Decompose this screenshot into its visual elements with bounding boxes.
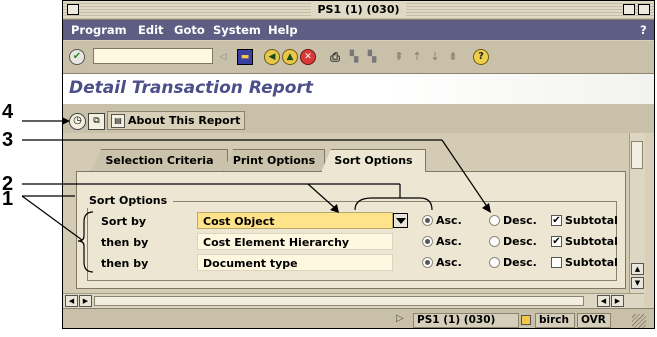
sort-by-asc-label: Asc. [436, 214, 462, 227]
sort-by-subtotal-checkbox[interactable]: ✔ [551, 215, 562, 226]
sort-options-group-title: Sort Options [87, 194, 174, 208]
sort-by-desc-radio[interactable] [489, 215, 500, 226]
hscroll-track[interactable] [94, 296, 584, 306]
status-system-icon[interactable] [521, 315, 531, 325]
then-by-label-1: then by [101, 236, 149, 249]
status-server: birch [535, 313, 575, 328]
scroll-right-end-icon[interactable]: ▶ [611, 295, 624, 307]
menu-program[interactable]: Program [71, 23, 127, 37]
window-title-bar[interactable]: PS1 (1) (030) [63, 1, 654, 20]
sort-by-asc-radio[interactable] [422, 215, 433, 226]
sort-by-subtotal-label: Subtotal [565, 214, 618, 227]
first-page-icon[interactable]: ⇞ [391, 49, 407, 65]
then-by-1-asc-radio[interactable] [422, 236, 433, 247]
status-system: PS1 (1) (030) [413, 313, 519, 328]
sort-by-field[interactable]: Cost Object [197, 212, 393, 229]
scroll-up-icon[interactable]: ▲ [631, 263, 644, 275]
enter-icon[interactable]: ✔ [69, 49, 85, 65]
sort-by-desc-label: Desc. [503, 214, 537, 227]
then-by-1-subtotal-label: Subtotal [565, 235, 618, 248]
then-by-2-subtotal-label: Subtotal [565, 256, 618, 269]
sap-window: PS1 (1) (030) Program Edit Goto System H… [62, 0, 655, 329]
then-by-2-asc-label: Asc. [436, 256, 462, 269]
callout-number-4: 4 [2, 101, 14, 123]
window-title: PS1 (1) (030) [63, 3, 654, 16]
save-icon[interactable]: ▬ [237, 49, 253, 65]
last-page-icon[interactable]: ⇟ [445, 49, 461, 65]
chevron-down-icon [396, 218, 406, 224]
find-icon[interactable]: ▚ [346, 49, 362, 65]
vertical-scrollbar[interactable]: ▲ ▼ [629, 133, 645, 293]
menu-system[interactable]: System [213, 23, 261, 37]
then-by-field-2[interactable]: Document type [197, 254, 393, 271]
info-icon: ▤ [111, 114, 125, 128]
sort-by-dropdown-button[interactable] [393, 213, 408, 228]
scroll-thumb[interactable] [631, 141, 643, 169]
then-by-1-subtotal-checkbox[interactable]: ✔ [551, 236, 562, 247]
exit-icon[interactable]: ▲ [282, 49, 298, 65]
tab-selection-criteria[interactable]: Selection Criteria [91, 149, 228, 172]
then-by-1-desc-label: Desc. [503, 235, 537, 248]
status-bar: ▷ PS1 (1) (030) birch OVR [63, 308, 654, 328]
tab-sort-options[interactable]: Sort Options [321, 149, 426, 172]
status-mode: OVR [577, 313, 611, 328]
maximize-icon[interactable] [638, 4, 650, 15]
menu-help[interactable]: Help [268, 23, 298, 37]
menu-goto[interactable]: Goto [174, 23, 205, 37]
back-icon[interactable]: ◀ [264, 49, 280, 65]
standard-toolbar: ✔ ◁ ▬ ◀ ▲ ✕ ⎙ ▚ ▚ ⇞ ⇡ ⇣ ⇟ ? [63, 41, 654, 74]
then-by-1-asc-label: Asc. [436, 235, 462, 248]
scroll-left-end-icon[interactable]: ◀ [597, 295, 610, 307]
previous-page-icon[interactable]: ⇡ [409, 49, 425, 65]
command-dropdown-icon[interactable]: ◁ [215, 49, 231, 65]
callout-number-3: 3 [2, 129, 14, 151]
about-report-label: About This Report [128, 114, 241, 127]
then-by-2-desc-radio[interactable] [489, 257, 500, 268]
then-by-label-2: then by [101, 257, 149, 270]
help-icon[interactable]: ? [473, 49, 489, 65]
menu-edit[interactable]: Edit [138, 23, 164, 37]
horizontal-scrollbar[interactable]: ◀ ▶ ◀ ▶ [63, 293, 644, 308]
variant-icon[interactable]: ⧉ [88, 113, 105, 130]
scroll-left-icon[interactable]: ◀ [65, 295, 78, 307]
application-toolbar: ◷ ⧉ ▤ About This Report [63, 105, 654, 133]
callout-number-1: 1 [2, 188, 14, 210]
cancel-icon[interactable]: ✕ [300, 49, 316, 65]
restore-icon[interactable] [623, 4, 635, 15]
then-by-2-desc-label: Desc. [503, 256, 537, 269]
screen-header: Detail Transaction Report [63, 74, 654, 105]
help-menu-icon[interactable]: ? [640, 23, 647, 37]
scroll-right-icon[interactable]: ▶ [79, 295, 92, 307]
page-title: Detail Transaction Report [69, 78, 313, 98]
then-by-2-asc-radio[interactable] [422, 257, 433, 268]
print-icon[interactable]: ⎙ [327, 49, 343, 65]
command-field[interactable] [93, 48, 213, 64]
tab-print-options[interactable]: Print Options [223, 149, 325, 172]
find-next-icon[interactable]: ▚ [364, 49, 380, 65]
next-page-icon[interactable]: ⇣ [427, 49, 443, 65]
status-expand-icon[interactable]: ▷ [396, 313, 404, 324]
execute-icon[interactable]: ◷ [69, 113, 86, 130]
sort-by-label: Sort by [101, 215, 147, 228]
scroll-down-icon[interactable]: ▼ [631, 277, 644, 289]
about-report-button[interactable]: ▤ About This Report [107, 111, 246, 130]
then-by-2-subtotal-checkbox[interactable] [551, 257, 562, 268]
then-by-1-desc-radio[interactable] [489, 236, 500, 247]
then-by-field-1[interactable]: Cost Element Hierarchy [197, 233, 393, 250]
resize-grip-icon[interactable] [632, 314, 646, 328]
menu-bar: Program Edit Goto System Help ? [63, 20, 654, 40]
